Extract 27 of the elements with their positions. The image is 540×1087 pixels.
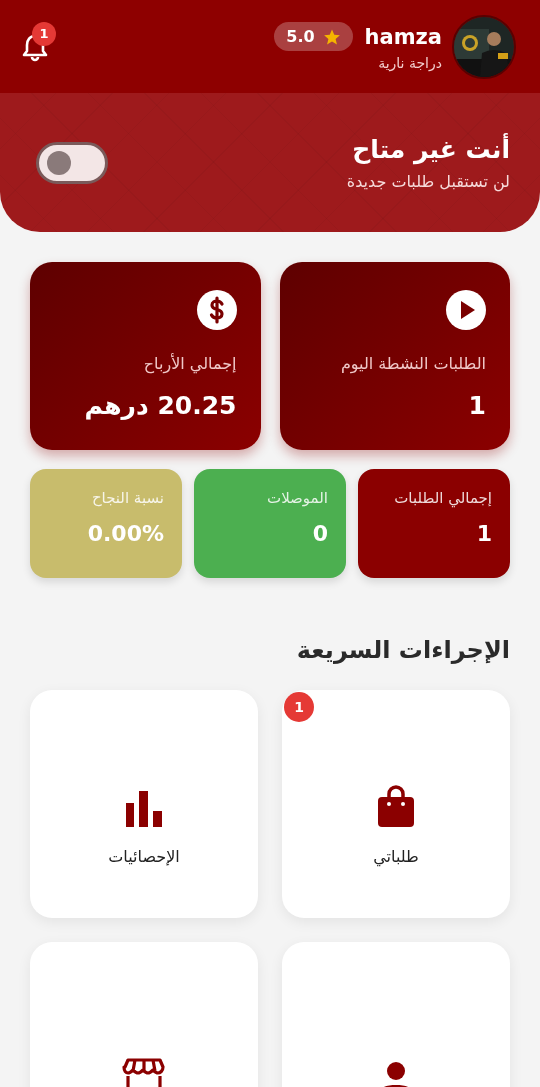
- stat-label: إجمالي الأرباح: [143, 354, 237, 373]
- dollar-icon: [196, 290, 237, 330]
- play-icon: [446, 290, 486, 330]
- user-name: hamza: [364, 24, 442, 49]
- stat-label: الموصلات: [267, 489, 328, 507]
- availability-title: أنت غير متاح: [351, 134, 510, 164]
- action-label: الإحصائيات: [108, 846, 180, 866]
- count-badge: 1: [284, 692, 314, 722]
- shopping-bag-icon: [377, 784, 415, 827]
- stat-value: 0: [312, 521, 328, 546]
- availability-subtitle: لن تستقبل طلبات جديدة: [346, 171, 510, 191]
- action-card[interactable]: الإحصائيات: [30, 690, 258, 918]
- stat-value: 1: [468, 391, 486, 420]
- stat-value: 1: [476, 521, 492, 546]
- stat-label: الطلبات النشطة اليوم: [340, 354, 486, 373]
- store-icon: [122, 1058, 166, 1087]
- section-title: الإجراءات السريعة: [295, 636, 510, 664]
- availability-toggle[interactable]: [36, 141, 108, 184]
- stat-label: نسبة النجاح: [91, 489, 164, 507]
- vehicle-type: دراجة نارية: [378, 55, 442, 71]
- stat-label: إجمالي الطلبات: [394, 489, 492, 507]
- stat-value: 0.00%: [87, 521, 164, 546]
- bar-chart-icon: [126, 790, 162, 827]
- rating-badge: 5.0: [274, 22, 353, 51]
- notification-badge: 1: [32, 21, 56, 46]
- action-label: طلباتي: [373, 846, 419, 866]
- stat-value: 20.25 درهم: [84, 391, 237, 420]
